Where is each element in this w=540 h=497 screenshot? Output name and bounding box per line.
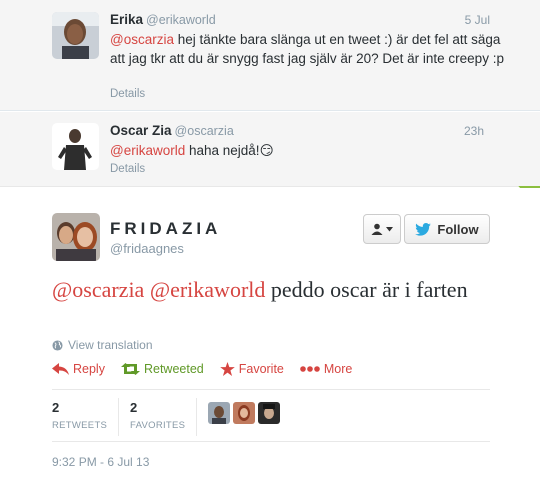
divider: [118, 398, 119, 436]
mention-link[interactable]: @erikaworld: [110, 143, 185, 158]
reply-label: Reply: [73, 362, 105, 376]
main-tweet-body: peddo oscar är i farten: [265, 277, 468, 302]
favorite-label: Favorite: [238, 362, 284, 376]
tweet-text: @oscarzia hej tänkte bara slänga ut en t…: [110, 31, 510, 68]
mention-link[interactable]: @oscarzia: [52, 277, 144, 302]
tweet-timestamp[interactable]: 9:32 PM - 6 Jul 13: [52, 455, 149, 469]
tweet-fullname[interactable]: Erika: [110, 12, 143, 27]
favorites-label: FAVORITES: [130, 420, 186, 431]
main-handle[interactable]: @fridaagnes: [110, 241, 184, 256]
tweet-text: @erikaworld haha nejdå!😏: [110, 142, 510, 161]
follow-label: Follow: [437, 221, 479, 237]
tweet-actions: Reply Retweeted Favorite More: [52, 362, 368, 376]
mention-link[interactable]: @oscarzia: [110, 32, 174, 47]
favorites-count: 2: [130, 400, 138, 415]
mention-link[interactable]: @erikaworld: [150, 277, 266, 302]
chevron-down-icon: [386, 226, 393, 231]
view-translation-label: View translation: [68, 338, 153, 352]
globe-icon: [52, 339, 63, 351]
favorite-button[interactable]: Favorite: [219, 362, 284, 376]
avatar[interactable]: [52, 123, 99, 170]
tweet-time[interactable]: 23h: [464, 124, 484, 138]
tweet-time[interactable]: 5 Jul: [465, 13, 490, 27]
divider: [52, 441, 490, 442]
twitter-bird-icon: [415, 222, 432, 236]
user-actions-button[interactable]: [363, 214, 401, 244]
view-translation-link[interactable]: View translation: [52, 338, 153, 352]
details-link[interactable]: Details: [110, 163, 145, 175]
star-icon: [219, 362, 235, 376]
avatar[interactable]: [258, 402, 280, 424]
avatar[interactable]: [52, 12, 99, 59]
details-link[interactable]: Details: [110, 88, 145, 100]
more-button[interactable]: More: [300, 362, 352, 376]
retweet-button[interactable]: Retweeted: [120, 362, 204, 376]
reply-button[interactable]: Reply: [52, 362, 105, 376]
expanded-tweet: FRIDAZIA @fridaagnes Follow @oscarzia @e…: [0, 188, 540, 497]
avatar[interactable]: [208, 402, 230, 424]
avatar[interactable]: [52, 213, 100, 261]
retweets-label: RETWEETS: [52, 420, 108, 431]
avatar[interactable]: [233, 402, 255, 424]
divider: [52, 389, 490, 390]
tweet-fullname[interactable]: Oscar Zia: [110, 123, 172, 138]
favorites-stat[interactable]: 2 FAVORITES: [130, 400, 185, 431]
main-fullname[interactable]: FRIDAZIA: [110, 219, 221, 239]
tweet-handle[interactable]: @erikaworld: [146, 13, 216, 27]
tweet-item[interactable]: Erika @erikaworld 5 Jul @oscarzia hej tän…: [0, 0, 540, 111]
tweet-handle[interactable]: @oscarzia: [175, 124, 234, 138]
more-label: More: [323, 362, 353, 376]
retweeted-label: Retweeted: [143, 362, 204, 376]
follow-button[interactable]: Follow: [404, 214, 490, 244]
divider: [196, 398, 197, 436]
retweets-stat[interactable]: 2 RETWEETS: [52, 400, 107, 431]
more-dots-icon: [300, 366, 320, 372]
retweets-count: 2: [52, 400, 60, 415]
tweet-body: haha nejdå!: [185, 143, 260, 158]
retweet-icon: [120, 363, 140, 375]
reply-icon: [52, 363, 69, 375]
user-dropdown-icon: [371, 223, 383, 235]
tweet-item[interactable]: Oscar Zia @oscarzia 23h @erikaworld haha …: [0, 112, 540, 187]
main-tweet-text: @oscarzia @erikaworld peddo oscar är i f…: [52, 276, 492, 304]
favoriters-avatars: [208, 402, 280, 424]
smirk-emoji-icon: 😏: [259, 143, 274, 158]
